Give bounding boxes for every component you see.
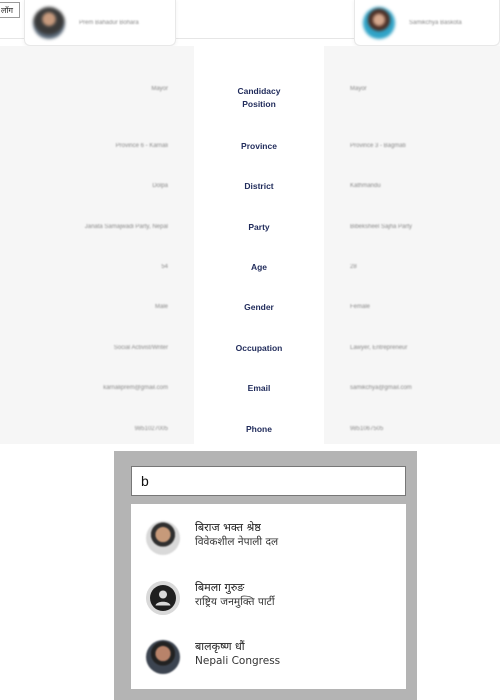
avatar [146, 521, 180, 555]
right-value-email: samikchya@gmail.com [350, 385, 412, 391]
search-panel: b बिराज भक्त श्रेष्ठ विवेकशील नेपाली दल … [114, 451, 417, 700]
row-label-district: District [244, 181, 274, 191]
left-candidate-card[interactable]: Prem Bahadur Bohara [24, 0, 176, 46]
result-party: विवेकशील नेपाली दल [195, 536, 279, 548]
left-value-candidacy: Mayor [151, 86, 168, 92]
row-label-phone: Phone [246, 424, 272, 434]
result-name: बालकृष्ण धौं [195, 640, 245, 653]
row-label-candidacy: Candidacy Position [237, 86, 281, 109]
right-value-district: Kathmandu [350, 183, 381, 189]
row-label-province: Province [241, 141, 277, 151]
result-party: राष्ट्रिय जनमुक्ति पार्टी [195, 596, 275, 608]
right-value-age: 28 [350, 264, 357, 270]
comparison-table: Mayor Candidacy Position Mayor Province … [0, 46, 500, 444]
right-candidate-card[interactable]: Samikchya Baskota [354, 0, 500, 46]
search-result-item[interactable]: बिराज भक्त श्रेष्ठ विवेकशील नेपाली दल [131, 517, 406, 569]
avatar [363, 6, 395, 39]
row-label-gender: Gender [244, 302, 274, 312]
right-value-candidacy: Mayor [350, 86, 367, 92]
row-label-email: Email [247, 383, 271, 393]
result-name: बिमला गुरुङ [195, 581, 245, 594]
right-value-gender: Female [350, 304, 371, 310]
left-value-gender: Male [154, 304, 168, 310]
avatar [146, 640, 180, 674]
left-value-email: karnaliprem@gmail.com [103, 385, 168, 391]
search-result-item[interactable]: बिमला गुरुङ राष्ट्रिय जनमुक्ति पार्टी [131, 577, 406, 629]
right-value-party: Bibeksheel Sajha Party [350, 224, 413, 230]
language-button[interactable]: लॉग [0, 2, 20, 18]
search-input[interactable]: b [131, 466, 406, 496]
default-person-icon [146, 581, 180, 615]
left-value-province: Province 6 - Karnali [115, 143, 168, 149]
result-name: बिराज भक्त श्रेष्ठ [195, 521, 261, 534]
right-value-province: Province 3 - Bagmati [350, 143, 406, 149]
result-party: Nepali Congress [195, 655, 281, 667]
top-bar: लॉग Prem Bahadur Bohara Samikchya Baskot… [0, 0, 500, 46]
left-candidate-name: Prem Bahadur Bohara [79, 19, 139, 26]
right-value-phone: 9851067505 [350, 426, 384, 432]
left-value-occupation: Social Activist/Writer [113, 345, 168, 351]
avatar [33, 6, 65, 39]
search-results: बिराज भक्त श्रेष्ठ विवेकशील नेपाली दल बि… [131, 504, 406, 689]
left-value-district: Dolpa [152, 183, 168, 189]
row-label-occupation: Occupation [235, 343, 283, 353]
row-label-party: Party [248, 222, 270, 232]
right-candidate-name: Samikchya Baskota [409, 19, 462, 26]
left-value-phone: 9851027005 [134, 426, 168, 432]
right-value-occupation: Lawyer, Entrepreneur [350, 345, 408, 351]
search-result-item[interactable]: बालकृष्ण धौं Nepali Congress [131, 636, 406, 688]
row-label-age: Age [250, 262, 268, 272]
left-value-party: Janata Samajwadi Party, Nepal [84, 224, 168, 230]
left-value-age: 54 [161, 264, 168, 270]
